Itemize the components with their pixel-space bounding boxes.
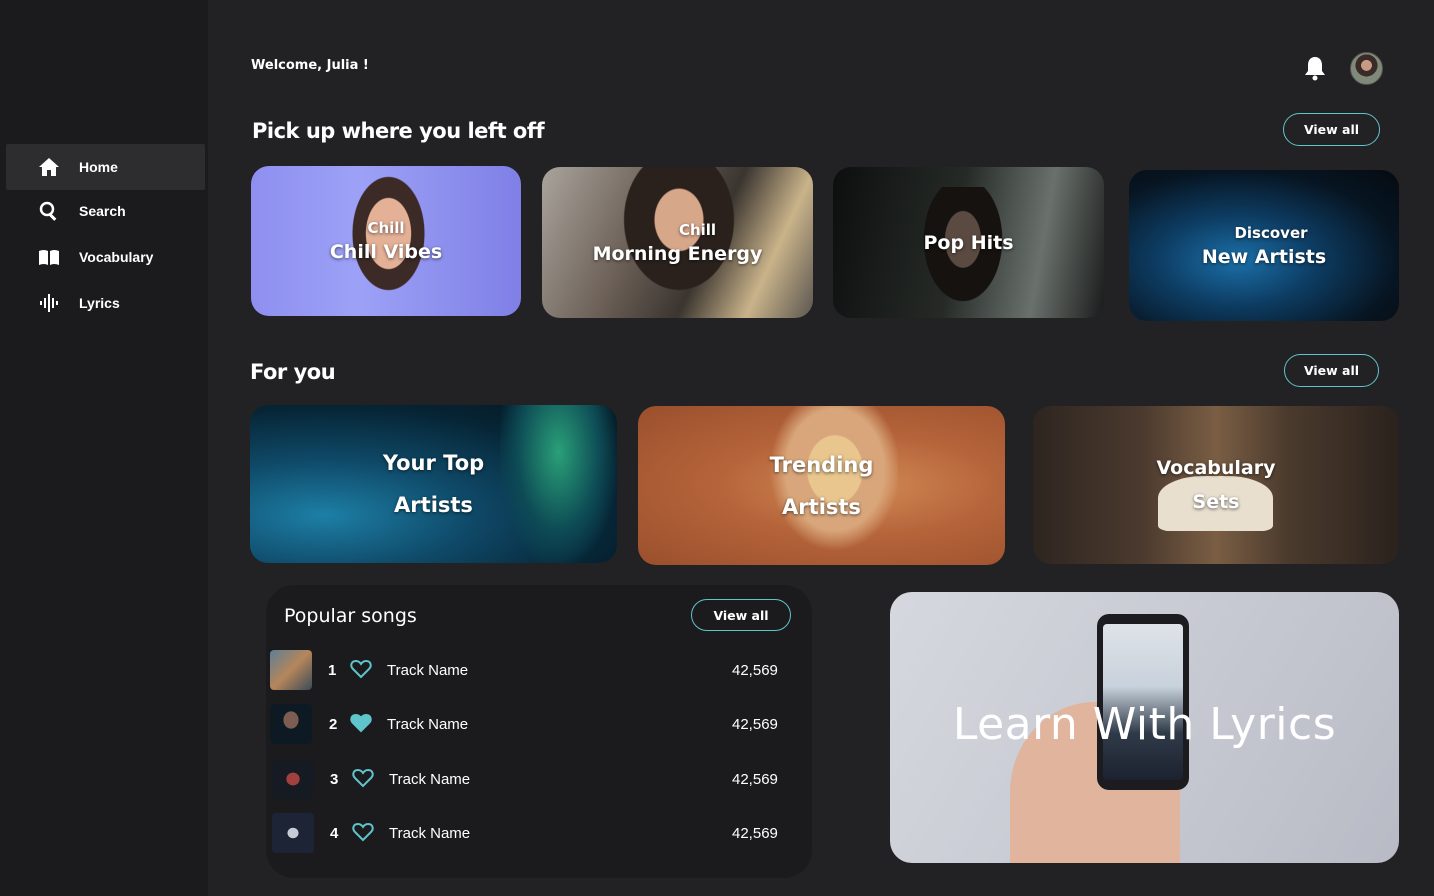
sidebar-item-search[interactable]: Search [6, 188, 205, 234]
playlist-card-morning-energy[interactable]: Chill Morning Energy [542, 167, 813, 318]
card-title-line1: Vocabulary [1156, 457, 1276, 479]
book-icon [38, 246, 60, 268]
track-rank: 1 [328, 662, 337, 679]
sidebar-item-home[interactable]: Home [6, 144, 205, 190]
popular-view-all-button[interactable]: View all [691, 599, 791, 631]
table-row[interactable]: 2 Track Name 42,569 [266, 704, 812, 748]
sidebar-item-label: Search [79, 203, 126, 219]
card-kicker: Discover [1234, 223, 1308, 242]
sidebar-item-vocabulary[interactable]: Vocabulary [6, 234, 205, 280]
table-row[interactable]: 3 Track Name 42,569 [266, 759, 812, 803]
playlist-card-pop-hits[interactable]: Pop Hits [833, 167, 1104, 318]
card-title-line1: Trending [769, 452, 874, 477]
track-name: Track Name [387, 716, 469, 733]
playlist-card-new-artists[interactable]: Discover New Artists [1129, 170, 1399, 321]
card-title-line2: Artists [394, 493, 473, 517]
table-row[interactable]: 1 Track Name 42,569 [266, 650, 812, 694]
track-plays: 42,569 [732, 716, 778, 733]
card-title-line2: Sets [1192, 491, 1240, 513]
card-title: Pop Hits [923, 231, 1014, 254]
popular-songs-title: Popular songs [284, 605, 417, 627]
search-icon [38, 200, 60, 222]
learn-with-lyrics-title: Learn With Lyrics [952, 699, 1337, 750]
heart-icon[interactable] [352, 822, 374, 842]
playlist-card-chill-vibes[interactable]: Chill Chill Vibes [251, 166, 521, 316]
card-title-line2: Artists [782, 494, 861, 519]
track-plays: 42,569 [732, 825, 778, 842]
card-kicker: Chill [367, 219, 405, 237]
user-avatar[interactable] [1350, 52, 1383, 85]
track-thumbnail [270, 704, 312, 744]
for-you-title: For you [250, 360, 336, 384]
home-icon [38, 156, 60, 178]
heart-icon[interactable] [352, 768, 374, 788]
track-name: Track Name [389, 771, 471, 788]
card-kicker: Chill [678, 220, 717, 239]
track-rank: 2 [329, 716, 338, 733]
sidebar: Home Search Vocabulary Lyrics [0, 0, 208, 896]
pickup-view-all-button[interactable]: View all [1283, 113, 1380, 146]
bell-icon[interactable] [1303, 55, 1327, 81]
track-thumbnail [272, 759, 314, 799]
sidebar-item-label: Home [79, 159, 118, 175]
track-plays: 42,569 [732, 771, 778, 788]
card-title: New Artists [1201, 245, 1327, 268]
pickup-title: Pick up where you left off [252, 119, 545, 143]
learn-with-lyrics-card[interactable]: Learn With Lyrics [890, 592, 1399, 863]
sidebar-item-lyrics[interactable]: Lyrics [6, 280, 205, 326]
heart-icon[interactable] [350, 659, 372, 679]
card-title: Morning Energy [592, 242, 763, 265]
table-row[interactable]: 4 Track Name 42,569 [266, 813, 812, 857]
heart-icon[interactable] [350, 713, 372, 733]
foryou-card-vocabulary-sets[interactable]: Vocabulary Sets [1033, 406, 1399, 564]
track-thumbnail [272, 813, 314, 853]
track-rank: 3 [330, 771, 339, 788]
card-title-line1: Your Top [382, 451, 485, 475]
track-name: Track Name [387, 662, 469, 679]
foryou-card-top-artists[interactable]: Your Top Artists [250, 405, 617, 563]
sidebar-item-label: Lyrics [79, 295, 120, 311]
sidebar-item-label: Vocabulary [79, 249, 154, 265]
card-title: Chill Vibes [329, 241, 443, 263]
welcome-message: Welcome, Julia ! [251, 58, 369, 73]
for-you-view-all-button[interactable]: View all [1284, 354, 1379, 387]
waveform-icon [38, 292, 60, 314]
track-rank: 4 [330, 825, 339, 842]
popular-songs-panel: Popular songs View all 1 Track Name 42,5… [266, 585, 812, 878]
foryou-card-trending-artists[interactable]: Trending Artists [638, 406, 1005, 565]
track-thumbnail [270, 650, 312, 690]
track-plays: 42,569 [732, 662, 778, 679]
track-name: Track Name [389, 825, 471, 842]
